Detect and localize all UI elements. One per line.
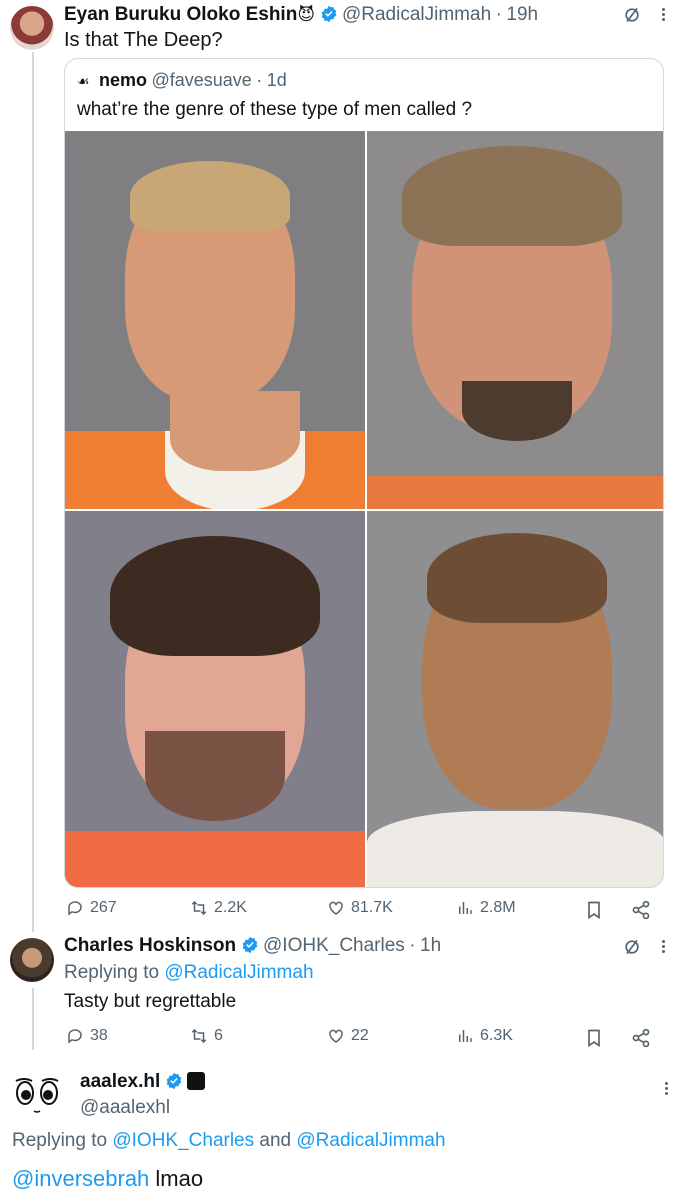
- retweet-count: 6: [214, 1027, 223, 1044]
- views-button[interactable]: 2.8M: [456, 899, 516, 917]
- reply-count: 267: [90, 899, 117, 916]
- avatar-iohk-charles[interactable]: [10, 938, 54, 982]
- retweet-icon: [191, 1028, 207, 1044]
- devil-emoji: 😈: [297, 5, 316, 24]
- tweet3-header: aaalex.hl: [80, 1071, 206, 1093]
- quote-text: what’re the genre of these type of men c…: [77, 99, 473, 120]
- views-button[interactable]: 6.3K: [456, 1027, 513, 1045]
- timestamp[interactable]: 19h: [506, 4, 538, 25]
- author-handle[interactable]: @IOHK_Charles: [263, 935, 405, 956]
- more-icon[interactable]: [660, 938, 666, 958]
- verified-badge-icon: [166, 1072, 182, 1090]
- quoted-tweet-card[interactable]: ☙ nemo @favesuave · 1d what’re the genre …: [64, 58, 664, 888]
- share-icon[interactable]: [631, 900, 651, 925]
- replying-to-label: Replying to: [64, 962, 165, 983]
- verified-badge-icon: [321, 5, 336, 23]
- replying-and: and: [254, 1130, 297, 1151]
- author-name[interactable]: Eyan Buruku Oloko Eshin: [64, 4, 297, 25]
- avatar-radicaljimmah[interactable]: [10, 6, 54, 50]
- replying-to-link[interactable]: @RadicalJimmah: [164, 962, 313, 983]
- quote-avatar-icon: ☙: [77, 73, 90, 89]
- quote-photo-1[interactable]: [65, 131, 365, 509]
- reply-icon: [68, 1029, 82, 1044]
- views-count: 6.3K: [480, 1027, 513, 1044]
- grok-slash-icon[interactable]: [622, 5, 642, 30]
- bookmark-icon[interactable]: [584, 900, 604, 925]
- reply-button[interactable]: 38: [66, 1027, 108, 1045]
- reply-count: 38: [90, 1027, 108, 1044]
- replying-to-link-2[interactable]: @RadicalJimmah: [296, 1130, 445, 1151]
- views-count: 2.8M: [480, 899, 516, 916]
- separator-dot: ·: [256, 70, 263, 90]
- quote-timestamp: 1d: [266, 70, 287, 90]
- quote-photo-4[interactable]: [367, 511, 663, 887]
- tweet2-text: Tasty but regrettable: [64, 991, 237, 1012]
- avatar-aaalexhl[interactable]: [12, 1075, 62, 1117]
- views-icon: [459, 1030, 472, 1042]
- author-name[interactable]: aaalex.hl: [80, 1071, 160, 1092]
- retweet-icon: [191, 900, 207, 916]
- mention-link[interactable]: @inversebrah: [12, 1166, 149, 1191]
- heart-icon: [329, 1029, 343, 1043]
- quote-author-handle[interactable]: @favesuave: [151, 70, 251, 90]
- retweet-count: 2.2K: [214, 899, 247, 916]
- like-button[interactable]: 81.7K: [327, 899, 393, 917]
- retweet-button[interactable]: 6: [190, 1027, 223, 1045]
- share-icon[interactable]: [631, 1028, 651, 1053]
- timestamp[interactable]: 1h: [420, 935, 441, 956]
- thread-line: [32, 52, 34, 932]
- retweet-button[interactable]: 2.2K: [190, 899, 247, 917]
- bookmark-icon[interactable]: [584, 1028, 604, 1053]
- tweet2-header: Charles Hoskinson @IOHK_Charles · 1h: [64, 935, 624, 957]
- quote-header: ☙ nemo @favesuave · 1d: [77, 70, 287, 91]
- tweet1-text: Is that The Deep?: [64, 29, 223, 51]
- author-handle[interactable]: @RadicalJimmah: [342, 4, 491, 25]
- tweet3-text: @inversebrah lmao: [12, 1166, 203, 1192]
- heart-icon: [329, 901, 343, 915]
- affiliate-badge-icon[interactable]: [187, 1072, 206, 1090]
- quote-photo-2[interactable]: [367, 131, 663, 509]
- tweet3-body: lmao: [149, 1166, 204, 1191]
- like-button[interactable]: 22: [327, 1027, 369, 1045]
- quote-photo-3[interactable]: [65, 511, 365, 887]
- replying-to-line: Replying to @RadicalJimmah: [64, 962, 314, 984]
- reply-button[interactable]: 267: [66, 899, 117, 917]
- grok-slash-icon[interactable]: [622, 937, 642, 962]
- views-icon: [459, 902, 472, 914]
- more-icon[interactable]: [660, 6, 666, 26]
- like-count: 81.7K: [351, 899, 393, 916]
- thread-line-2: [32, 988, 34, 1050]
- replying-to-link-1[interactable]: @IOHK_Charles: [112, 1130, 254, 1151]
- tweet1-header: Eyan Buruku Oloko Eshin😈 @RadicalJimmah …: [64, 4, 644, 30]
- separator-dot: ·: [409, 935, 416, 956]
- verified-badge-icon: [242, 936, 257, 954]
- author-handle[interactable]: @aaalexhl: [80, 1097, 170, 1119]
- separator-dot: ·: [495, 4, 502, 25]
- replying-to-line: Replying to @IOHK_Charles and @RadicalJi…: [12, 1130, 446, 1152]
- reply-icon: [68, 901, 82, 916]
- replying-to-label: Replying to: [12, 1130, 113, 1151]
- like-count: 22: [351, 1027, 369, 1044]
- author-name[interactable]: Charles Hoskinson: [64, 935, 236, 956]
- more-icon[interactable]: [663, 1080, 669, 1100]
- quote-author-name[interactable]: nemo: [99, 70, 147, 90]
